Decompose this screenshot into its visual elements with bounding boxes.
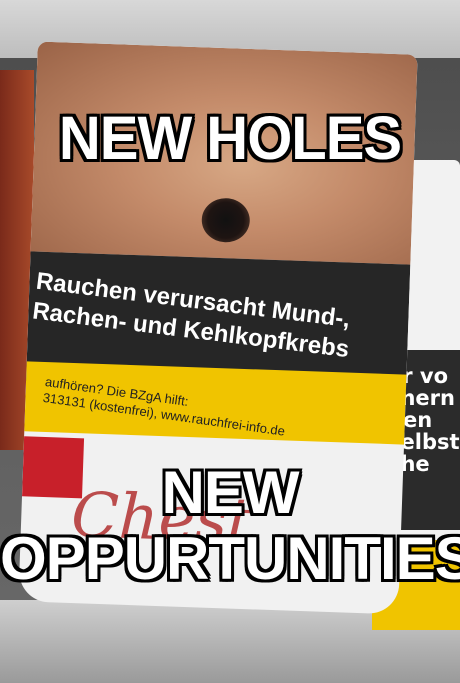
bottom-caption-line-2: OPPURTUNITIES xyxy=(0,525,460,592)
bottom-caption-line-1: NEW xyxy=(161,459,300,526)
meme-image: er vo chern den selbst z che Rauchen ver… xyxy=(0,0,460,683)
stoma-hole xyxy=(201,197,251,244)
top-caption: NEW HOLES xyxy=(58,104,402,173)
bottom-caption: NEW OPPURTUNITIES xyxy=(0,460,460,592)
